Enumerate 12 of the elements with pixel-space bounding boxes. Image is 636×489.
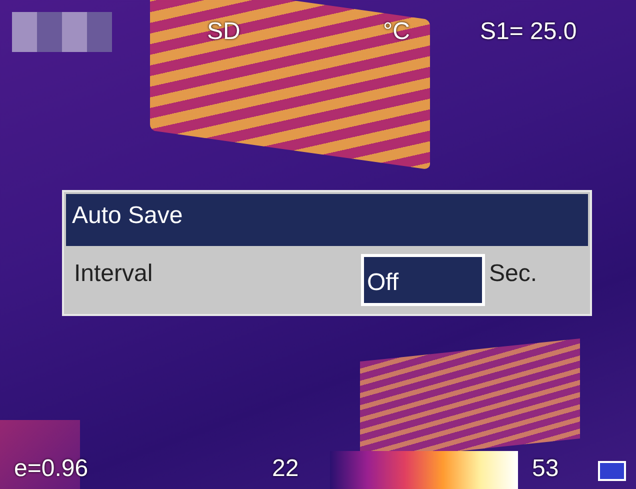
emissivity-reading: e=0.96 [14, 455, 88, 483]
unit-label: Sec. [489, 260, 538, 288]
interval-label: Interval [74, 260, 153, 288]
unit-label: °C [383, 18, 410, 46]
scale-min: 22 [272, 455, 299, 483]
scale-max: 53 [532, 455, 559, 483]
spot-reading: S1= 25.0 [480, 18, 577, 46]
interval-field[interactable]: Off [361, 254, 485, 306]
square-icon [598, 461, 626, 481]
storage-label: SD [207, 18, 240, 46]
dialog-title: Auto Save [66, 194, 588, 246]
mosaic-icon [12, 12, 112, 52]
